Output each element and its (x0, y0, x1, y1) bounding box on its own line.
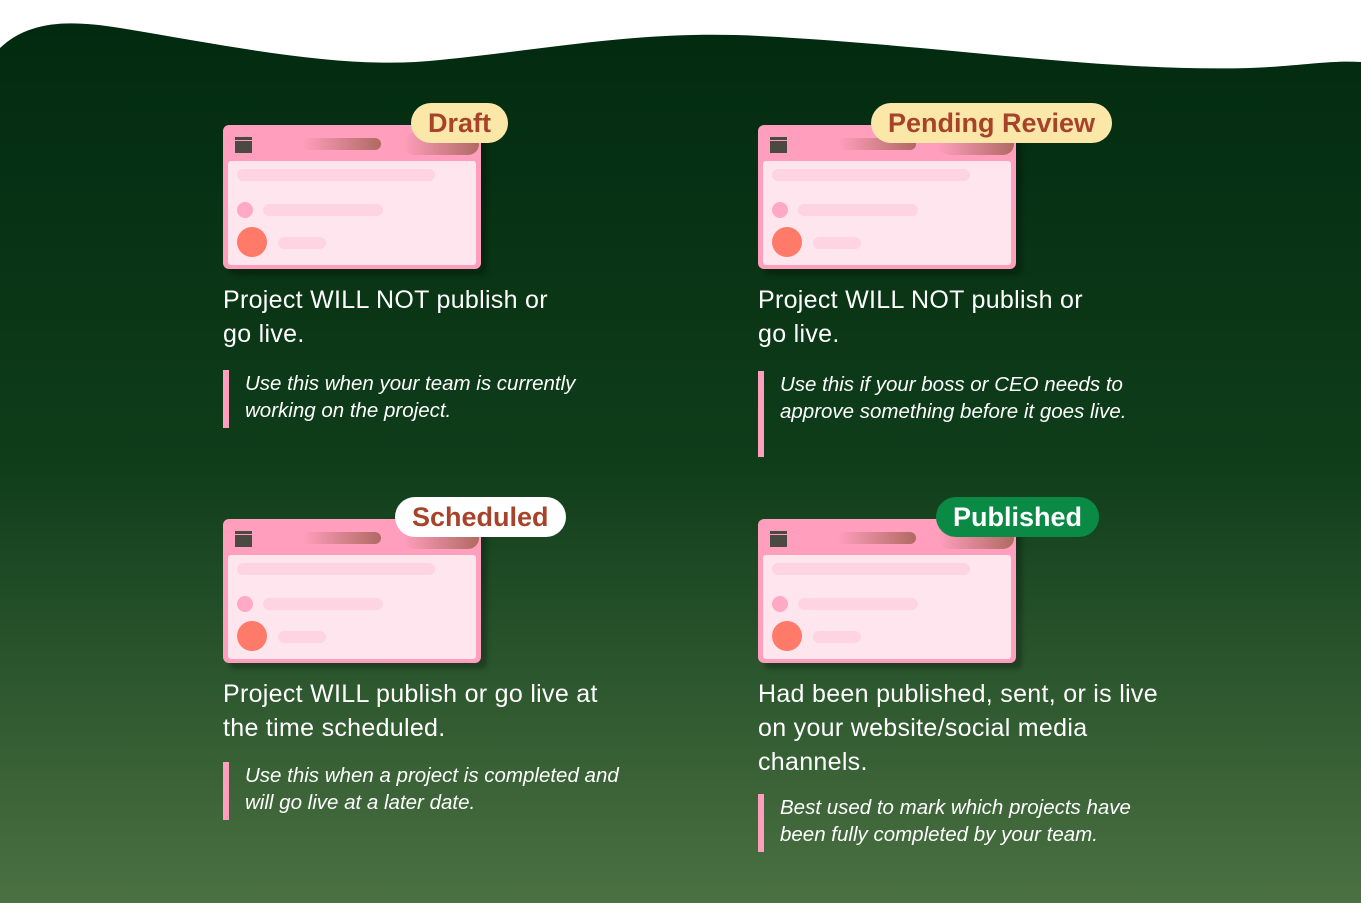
status-description: Had been published, sent, or is live on … (758, 680, 1158, 776)
titlebar-pill (303, 138, 381, 150)
avatar-circle (772, 227, 802, 257)
placeholder-line (798, 204, 918, 216)
usage-note: Use this if your boss or CEO needs to ap… (758, 371, 1160, 457)
window-body (228, 161, 476, 265)
status-description: Project WILL publish or go live at the t… (223, 680, 598, 742)
usage-note: Use this when a project is completed and… (223, 762, 625, 820)
usage-note: Use this when your team is currently wor… (223, 370, 625, 428)
placeholder-line (798, 598, 918, 610)
status-badge: Published (936, 497, 1100, 537)
titlebar-pill (838, 532, 916, 544)
avatar-circle (237, 621, 267, 651)
window-illustration (223, 519, 481, 663)
placeholder-line (772, 169, 970, 181)
window-illustration (758, 519, 1016, 663)
window-body (763, 555, 1011, 659)
window-icon (770, 531, 787, 547)
placeholder-line (263, 204, 383, 216)
window-illustration (223, 125, 481, 269)
placeholder-line (237, 563, 435, 575)
window-body (228, 555, 476, 659)
placeholder-dot (772, 596, 788, 612)
window-body (763, 161, 1011, 265)
placeholder-dot (237, 596, 253, 612)
placeholder-line (237, 169, 435, 181)
status-badge: Scheduled (395, 497, 566, 537)
window-illustration (758, 125, 1016, 269)
avatar-circle (772, 621, 802, 651)
avatar-circle (237, 227, 267, 257)
window-icon (235, 531, 252, 547)
status-description: Project WILL NOT publish or go live. (758, 286, 1083, 348)
placeholder-line (278, 237, 326, 249)
placeholder-line (772, 563, 970, 575)
placeholder-line (278, 631, 326, 643)
placeholder-dot (237, 202, 253, 218)
status-description: Project WILL NOT publish or go live. (223, 286, 548, 348)
titlebar-pill (303, 532, 381, 544)
placeholder-line (813, 631, 861, 643)
window-icon (235, 137, 252, 153)
placeholder-dot (772, 202, 788, 218)
status-badge: Draft (411, 103, 509, 143)
usage-note: Best used to mark which projects have be… (758, 794, 1160, 852)
placeholder-line (263, 598, 383, 610)
status-badge: Pending Review (871, 103, 1113, 143)
window-icon (770, 137, 787, 153)
placeholder-line (813, 237, 861, 249)
